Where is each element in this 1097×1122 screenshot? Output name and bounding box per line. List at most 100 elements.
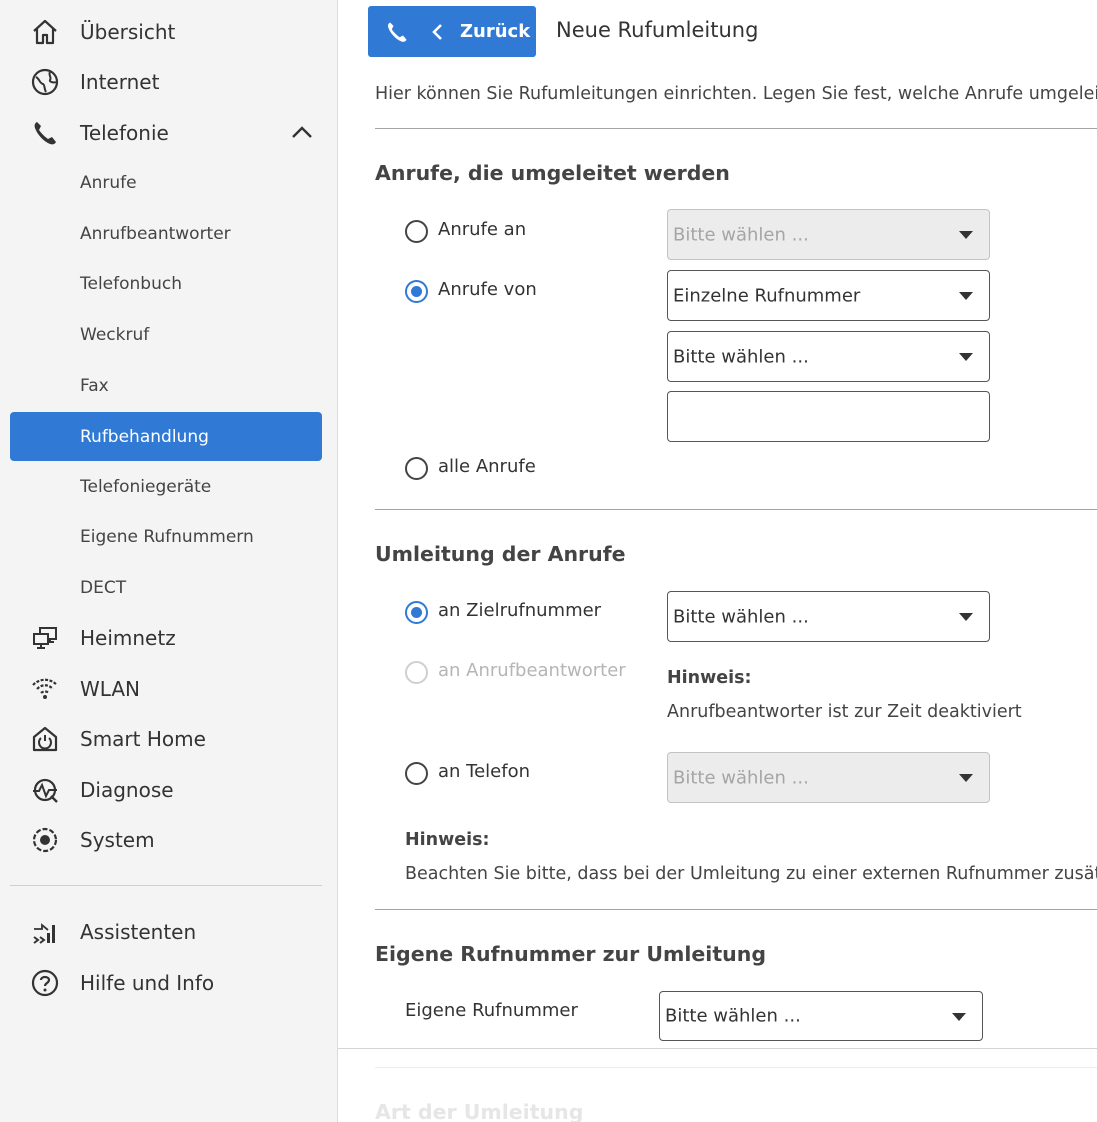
nav-item-label: Hilfe und Info (80, 971, 215, 995)
nav-item-system[interactable]: System (0, 816, 338, 864)
diagnose-icon (28, 773, 62, 807)
nav-subitem-dect[interactable]: DECT (10, 564, 322, 612)
hint-title-anrufbeantworter: Hinweis: (667, 668, 752, 688)
hint-text-anrufbeantworter: Anrufbeantworter ist zur Zeit deaktivier… (667, 702, 1022, 722)
caret-down-icon (959, 231, 973, 239)
section-title-art-der-umleitung: Art der Umleitung (375, 1100, 584, 1122)
nav-subitem-label: Fax (80, 376, 109, 396)
radio-label-an-zielrufnummer[interactable]: an Zielrufnummer (438, 600, 601, 621)
back-button-label: Zurück (460, 21, 531, 42)
assistant-icon (28, 915, 62, 949)
divider (375, 909, 1097, 910)
caret-down-icon (959, 292, 973, 300)
chevron-up-icon[interactable] (290, 121, 314, 145)
divider (375, 509, 1097, 510)
nav-subitem-fax[interactable]: Fax (10, 362, 322, 410)
nav-subitem-weckruf[interactable]: Weckruf (10, 311, 322, 359)
nav-item-label: Übersicht (80, 20, 176, 44)
select-anrufe-an[interactable]: Bitte wählen ... (667, 209, 990, 260)
nav-subitem-telefonbuch[interactable]: Telefonbuch (10, 260, 322, 308)
radio-label-alle-anrufe[interactable]: alle Anrufe (438, 456, 536, 477)
wifi-icon (28, 672, 62, 706)
nav-item-diagnose[interactable]: Diagnose (0, 766, 338, 814)
select-value: Bitte wählen ... (665, 1005, 801, 1027)
nav-subitem-rufbehandlung[interactable]: Rufbehandlung (10, 412, 322, 461)
intro-text: Hier können Sie Rufumleitungen einrichte… (375, 84, 1097, 104)
nav-item-label: Diagnose (80, 778, 174, 802)
select-value: Bitte wählen ... (673, 606, 809, 627)
nav-subitem-anrufbeantworter[interactable]: Anrufbeantworter (10, 210, 322, 258)
nav-subitem-anrufe[interactable]: Anrufe (10, 159, 322, 207)
section-title-eigene-rufnummer: Eigene Rufnummer zur Umleitung (375, 942, 767, 966)
radio-label-an-anrufbeantworter[interactable]: an Anrufbeantworter (438, 660, 626, 681)
divider (375, 1067, 1097, 1068)
nav-item-assistenten[interactable]: Assistenten (0, 908, 338, 956)
nav-item-label: System (80, 828, 155, 852)
radio-alle-anrufe[interactable] (405, 457, 428, 480)
nav-item-telefonie[interactable]: Telefonie (0, 109, 338, 157)
select-value: Bitte wählen ... (673, 346, 809, 367)
nav-item-wlan[interactable]: WLAN (0, 665, 338, 713)
radio-label-anrufe-an[interactable]: Anrufe an (438, 219, 526, 240)
hint-text: Beachten Sie bitte, dass bei der Umleitu… (405, 864, 1097, 884)
divider (375, 128, 1097, 129)
nav-item-label: Heimnetz (80, 626, 176, 650)
select-value: Bitte wählen ... (673, 767, 809, 788)
nav-subitem-label: Telefoniegeräte (80, 477, 212, 497)
chevron-left-icon (432, 24, 442, 40)
system-icon (28, 823, 62, 857)
nav-item-label: Smart Home (80, 727, 206, 751)
select-eigene-rufnummer[interactable]: Bitte wählen ... (659, 991, 983, 1041)
back-button[interactable]: Zurück (368, 6, 536, 57)
sidebar: Übersicht Internet Telefonie Anrufe Anru… (0, 0, 338, 1122)
nav-subitem-eigene-rufnummern[interactable]: Eigene Rufnummern (10, 513, 322, 561)
section-title-anrufe: Anrufe, die umgeleitet werden (375, 161, 730, 185)
nav-item-smart-home[interactable]: Smart Home (0, 715, 338, 763)
nav-subitem-label: Telefonbuch (80, 274, 182, 294)
phone-icon (28, 116, 62, 150)
nav-subitem-telefoniegeraete[interactable]: Telefoniegeräte (10, 463, 322, 511)
select-anrufe-von-nummer[interactable]: Bitte wählen ... (667, 331, 990, 382)
page-title: Neue Rufumleitung (556, 18, 759, 42)
radio-an-telefon[interactable] (405, 762, 428, 785)
caret-down-icon (959, 774, 973, 782)
select-telefon[interactable]: Bitte wählen ... (667, 752, 990, 803)
radio-anrufe-an[interactable] (405, 220, 428, 243)
smart-home-icon (28, 722, 62, 756)
select-anrufe-von-typ[interactable]: Einzelne Rufnummer (667, 270, 990, 321)
select-value: Bitte wählen ... (673, 224, 809, 245)
network-icon (28, 621, 62, 655)
hint-title: Hinweis: (405, 830, 490, 850)
nav-item-uebersicht[interactable]: Übersicht (0, 8, 338, 56)
caret-down-icon (959, 613, 973, 621)
nav-subitem-label: Eigene Rufnummern (80, 527, 254, 547)
nav-subitem-label: DECT (80, 578, 127, 598)
home-icon (28, 15, 62, 49)
radio-label-anrufe-von[interactable]: Anrufe von (438, 279, 537, 300)
nav-subitem-label: Anrufe (80, 173, 137, 193)
caret-down-icon (952, 1013, 966, 1021)
globe-icon (28, 65, 62, 99)
radio-an-anrufbeantworter[interactable] (405, 661, 428, 684)
nav-subitem-label: Anrufbeantworter (80, 224, 231, 244)
select-zielrufnummer[interactable]: Bitte wählen ... (667, 591, 990, 642)
sidebar-divider (10, 885, 322, 886)
radio-an-zielrufnummer[interactable] (405, 601, 428, 624)
select-value: Einzelne Rufnummer (673, 285, 861, 306)
nav-item-internet[interactable]: Internet (0, 58, 338, 106)
radio-label-an-telefon[interactable]: an Telefon (438, 761, 530, 782)
field-label-eigene-rufnummer: Eigene Rufnummer (405, 1000, 578, 1021)
nav-item-label: Assistenten (80, 920, 197, 944)
phone-icon (387, 22, 407, 42)
nav-item-heimnetz[interactable]: Heimnetz (0, 614, 338, 662)
radio-anrufe-von[interactable] (405, 280, 428, 303)
main-content: Zurück Neue Rufumleitung Hier können Sie… (338, 0, 1097, 1122)
rufnummer-input[interactable] (667, 391, 990, 442)
nav-subitem-label: Weckruf (80, 325, 150, 345)
help-icon (28, 966, 62, 1000)
nav-item-label: Telefonie (80, 121, 169, 145)
nav-item-hilfe-und-info[interactable]: Hilfe und Info (0, 959, 338, 1007)
caret-down-icon (959, 353, 973, 361)
footer-border (338, 1048, 1097, 1049)
nav-item-label: WLAN (80, 677, 141, 701)
